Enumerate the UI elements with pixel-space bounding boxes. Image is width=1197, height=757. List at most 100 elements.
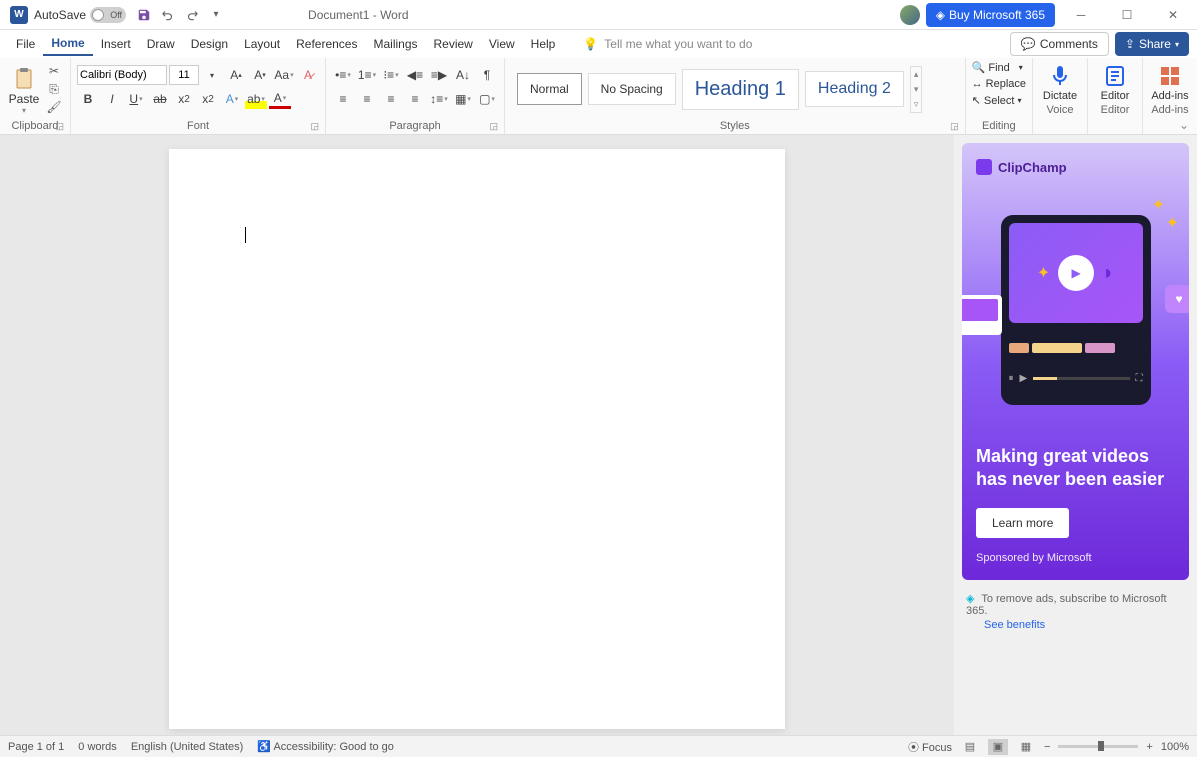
title-bar: W AutoSave Off ▾ Document1 - Word ◈ Buy …	[0, 0, 1197, 30]
tab-file[interactable]: File	[8, 33, 43, 55]
redo-icon[interactable]	[180, 3, 204, 27]
user-avatar[interactable]	[900, 5, 920, 25]
borders-icon[interactable]: ▢	[476, 89, 498, 109]
minimize-button[interactable]: ─	[1061, 1, 1101, 29]
tab-design[interactable]: Design	[183, 33, 236, 55]
zoom-slider[interactable]	[1058, 745, 1138, 748]
superscript-button[interactable]: x2	[197, 89, 219, 109]
page-count[interactable]: Page 1 of 1	[8, 741, 64, 753]
collapse-ribbon-icon[interactable]: ⌄	[1179, 118, 1189, 132]
styles-up-icon[interactable]: ▴	[911, 67, 922, 82]
zoom-level[interactable]: 100%	[1161, 741, 1189, 753]
styles-expand-icon[interactable]: ▿	[911, 97, 922, 112]
select-button[interactable]: ↖Select▾	[972, 93, 1022, 108]
shading-icon[interactable]: ▦	[452, 89, 474, 109]
justify-icon[interactable]: ≡	[404, 89, 426, 109]
comments-button[interactable]: 💬 Comments	[1010, 32, 1109, 56]
dictate-button[interactable]: Dictate	[1039, 60, 1081, 102]
maximize-button[interactable]: ☐	[1107, 1, 1147, 29]
tab-review[interactable]: Review	[426, 33, 481, 55]
sort-icon[interactable]: A↓	[452, 65, 474, 85]
highlight-icon[interactable]: ab	[245, 89, 267, 109]
increase-indent-icon[interactable]: ≡▶	[428, 65, 450, 85]
grow-font-icon[interactable]: A▴	[225, 65, 247, 85]
sponsored-label: Sponsored by Microsoft	[976, 552, 1175, 564]
show-marks-icon[interactable]: ¶	[476, 65, 498, 85]
addins-button[interactable]: Add-ins	[1149, 60, 1191, 102]
underline-button[interactable]: U	[125, 89, 147, 109]
autosave-toggle[interactable]: Off	[90, 7, 126, 23]
replace-icon: ↔	[972, 78, 983, 90]
undo-icon[interactable]	[156, 3, 180, 27]
dialog-launcher-icon[interactable]: ◲	[310, 121, 319, 132]
chevron-down-icon[interactable]: ▾	[201, 65, 223, 85]
comment-icon: 💬	[1021, 37, 1036, 51]
copy-icon[interactable]: ⎘	[44, 80, 64, 98]
dialog-launcher-icon[interactable]: ◲	[489, 121, 498, 132]
tab-draw[interactable]: Draw	[139, 33, 183, 55]
strikethrough-button[interactable]: ab	[149, 89, 171, 109]
editor-button[interactable]: Editor	[1094, 60, 1136, 102]
style-heading-1[interactable]: Heading 1	[682, 69, 799, 110]
italic-button[interactable]: I	[101, 89, 123, 109]
web-layout-icon[interactable]: ▦	[1016, 739, 1036, 755]
share-button[interactable]: ⇪ Share ▾	[1115, 32, 1189, 56]
read-mode-icon[interactable]: ▤	[960, 739, 980, 755]
word-count[interactable]: 0 words	[78, 741, 117, 753]
font-size-select[interactable]	[169, 65, 199, 85]
text-effects-icon[interactable]: A	[221, 89, 243, 109]
accessibility-status[interactable]: ♿ Accessibility: Good to go	[257, 740, 394, 753]
zoom-in-button[interactable]: +	[1146, 741, 1152, 753]
line-spacing-icon[interactable]: ↕≡	[428, 89, 450, 109]
ribbon-tabs: File Home Insert Draw Design Layout Refe…	[0, 30, 1197, 58]
qat-customize-icon[interactable]: ▾	[204, 3, 228, 27]
shrink-font-icon[interactable]: A▾	[249, 65, 271, 85]
see-benefits-link[interactable]: See benefits	[984, 619, 1185, 631]
tab-layout[interactable]: Layout	[236, 33, 288, 55]
clear-formatting-icon[interactable]: A̷	[297, 65, 319, 85]
tab-mailings[interactable]: Mailings	[365, 33, 425, 55]
styles-down-icon[interactable]: ▾	[911, 82, 922, 97]
style-normal[interactable]: Normal	[517, 73, 582, 105]
zoom-out-button[interactable]: −	[1044, 741, 1050, 753]
bullets-icon[interactable]: •≡	[332, 65, 354, 85]
find-button[interactable]: 🔍Find ▾	[972, 60, 1023, 75]
tab-view[interactable]: View	[481, 33, 523, 55]
page[interactable]	[169, 149, 785, 729]
align-right-icon[interactable]: ≡	[380, 89, 402, 109]
tab-references[interactable]: References	[288, 33, 365, 55]
save-icon[interactable]	[132, 3, 156, 27]
replace-button[interactable]: ↔Replace	[972, 77, 1026, 91]
close-button[interactable]: ✕	[1153, 1, 1193, 29]
cut-icon[interactable]: ✂	[44, 62, 64, 80]
subscript-button[interactable]: x2	[173, 89, 195, 109]
multilevel-list-icon[interactable]: ⁝≡	[380, 65, 402, 85]
focus-mode-button[interactable]: ⦿ Focus	[908, 739, 952, 755]
style-heading-2[interactable]: Heading 2	[805, 71, 904, 107]
paste-button[interactable]: Paste ▾	[6, 64, 42, 115]
tab-home[interactable]: Home	[43, 32, 92, 56]
numbering-icon[interactable]: 1≡	[356, 65, 378, 85]
tab-insert[interactable]: Insert	[93, 33, 139, 55]
learn-more-button[interactable]: Learn more	[976, 508, 1069, 538]
document-canvas[interactable]	[0, 135, 954, 735]
tab-help[interactable]: Help	[523, 33, 564, 55]
bold-button[interactable]: B	[77, 89, 99, 109]
dialog-launcher-icon[interactable]: ◲	[950, 121, 959, 132]
font-color-icon[interactable]: A	[269, 89, 291, 109]
tell-me-search[interactable]: 💡 Tell me what you want to do	[583, 37, 752, 51]
align-left-icon[interactable]: ≡	[332, 89, 354, 109]
dialog-launcher-icon[interactable]: ◲	[55, 121, 64, 132]
format-painter-icon[interactable]: 🖌	[44, 98, 64, 116]
align-center-icon[interactable]: ≡	[356, 89, 378, 109]
font-name-select[interactable]	[77, 65, 167, 85]
buy-microsoft-365-button[interactable]: ◈ Buy Microsoft 365	[926, 3, 1055, 27]
change-case-icon[interactable]: Aa	[273, 65, 295, 85]
print-layout-icon[interactable]: ▣	[988, 739, 1008, 755]
style-no-spacing[interactable]: No Spacing	[588, 73, 676, 105]
pause-icon: ⏸	[1009, 373, 1014, 384]
language-status[interactable]: English (United States)	[131, 741, 244, 753]
decrease-indent-icon[interactable]: ◀≡	[404, 65, 426, 85]
ribbon-group-styles: Normal No Spacing Heading 1 Heading 2 ▴ …	[505, 58, 966, 134]
clipchamp-ad: ClipChamp ✦ ✦ ✦ ✦ ▶ ◗	[962, 143, 1189, 580]
